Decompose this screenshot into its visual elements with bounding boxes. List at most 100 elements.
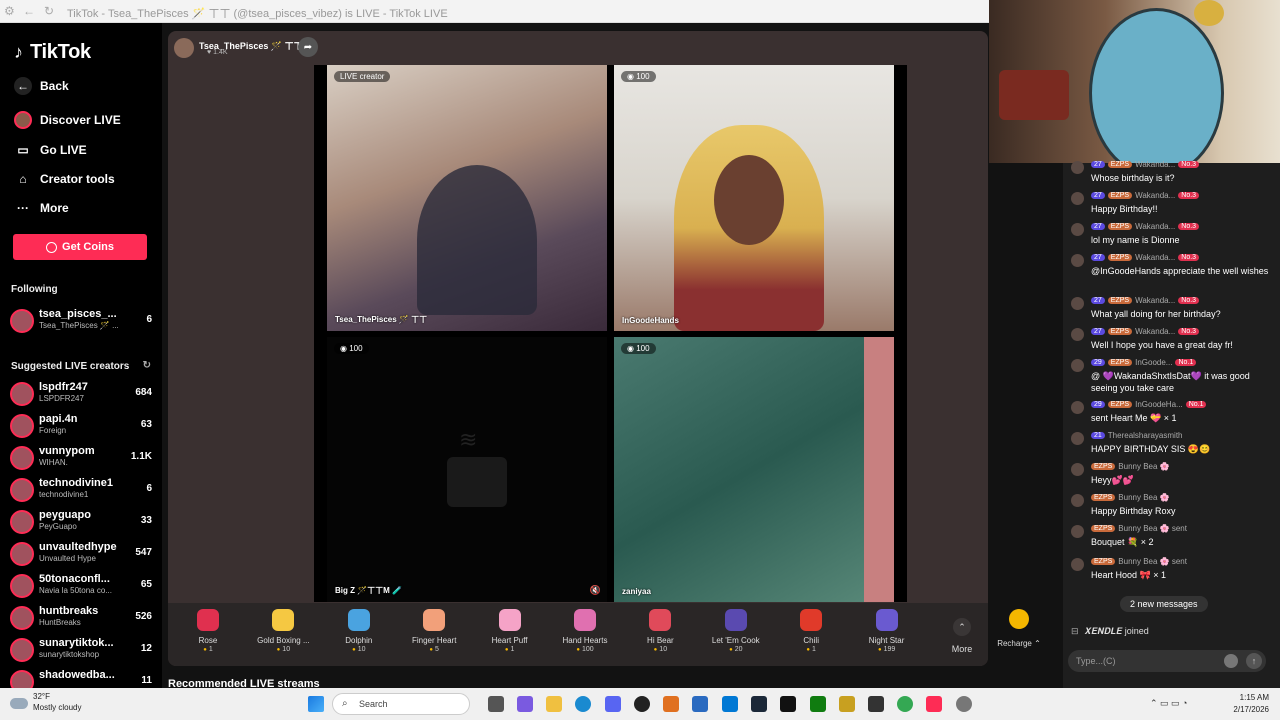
gift-item[interactable]: Heart Puff1 <box>475 609 545 653</box>
gift-item[interactable]: Night Star199 <box>852 609 922 653</box>
more-gifts-button[interactable]: ⌃ More <box>942 618 982 654</box>
emoji-icon[interactable] <box>1224 654 1238 668</box>
chat-meta[interactable]: EZPS Bunny Bea 🌸 <box>1091 462 1170 471</box>
steam-icon[interactable] <box>751 696 767 712</box>
level-badge: 29 <box>1091 359 1105 366</box>
avatar <box>1071 328 1084 341</box>
chat-meta[interactable]: EZPS Bunny Bea 🌸 <box>1091 493 1170 502</box>
chrome-icon[interactable] <box>897 696 913 712</box>
chat-meta[interactable]: 27 EZPS Wakanda... No.3 <box>1091 253 1200 262</box>
chat-meta[interactable]: 27 EZPS Wakanda... No.3 <box>1091 160 1200 169</box>
couch <box>999 70 1069 120</box>
file-explorer-icon[interactable] <box>546 696 562 712</box>
suggested-creator[interactable]: 50tonaconfl... Navia la 50tona co... 65 <box>10 572 152 600</box>
cloud-icon <box>10 698 28 709</box>
suggested-creator[interactable]: papi.4n Foreign 63 <box>10 412 152 440</box>
gift-item[interactable]: Finger Heart5 <box>399 609 469 653</box>
suggested-creator[interactable]: vunnypom WIHAN. 1.1K <box>10 444 152 472</box>
guest-tile-host[interactable]: LIVE creator Tsea_ThePisces 🪄 ㄒㄒ <box>327 65 607 331</box>
nav-more[interactable]: ··· More <box>14 199 69 217</box>
edge-icon[interactable] <box>575 696 591 712</box>
search-box[interactable]: ⌕ Search <box>332 693 470 715</box>
suggested-creator[interactable]: unvaultedhype Unvaulted Hype 547 <box>10 540 152 568</box>
nav-discover-live[interactable]: Discover LIVE <box>14 111 121 129</box>
browser-icon: ⚙ <box>4 4 15 18</box>
chat-meta[interactable]: 29 EZPS InGoodeHa... No.1 <box>1091 400 1207 409</box>
suggested-creator[interactable]: sunarytiktok... sunarytiktokshop 12 <box>10 636 152 664</box>
level-badge: 27 <box>1091 297 1105 304</box>
gift-item[interactable]: Let 'Em Cook20 <box>701 609 771 653</box>
chat-input[interactable]: Type...(C) ↑ <box>1068 650 1266 672</box>
clock[interactable]: 1:15 AM 2/17/2026 <box>1225 693 1269 714</box>
chat-username: Bunny Bea 🌸 <box>1118 462 1170 471</box>
gift-item[interactable]: Hi Bear10 <box>625 609 695 653</box>
gift-item[interactable]: Rose1 <box>173 609 243 653</box>
dolphin-icon <box>347 609 370 631</box>
fan-club-badge: EZPS <box>1107 297 1133 304</box>
guest-tile-4[interactable]: ◉ 100 zaniyaa <box>614 337 894 602</box>
fan-club-badge: EZPS <box>1107 161 1133 168</box>
app-icon[interactable] <box>839 696 855 712</box>
chat-text: Heart Hood 🎀 × 1 <box>1091 570 1166 580</box>
gift-item[interactable]: Hand Hearts100 <box>550 609 620 653</box>
gift-item[interactable]: Dolphin10 <box>324 609 394 653</box>
fan-club-badge: EZPS <box>1091 463 1116 470</box>
nav-go-live[interactable]: ▭ Go LIVE <box>14 141 86 159</box>
share-button[interactable]: ➦ <box>298 37 318 57</box>
tiktok-icon[interactable] <box>780 696 796 712</box>
task-view-icon[interactable] <box>488 696 504 712</box>
suggested-creator[interactable]: huntbreaks HuntBreaks 526 <box>10 604 152 632</box>
nav-back[interactable]: ← Back <box>14 77 69 95</box>
suggested-creator[interactable]: technodivine1 technodivine1 6 <box>10 476 152 504</box>
app-icon[interactable] <box>663 696 679 712</box>
start-button[interactable] <box>308 696 324 712</box>
coin-icon <box>1009 609 1029 629</box>
chat-meta[interactable]: 27 EZPS Wakanda... No.3 <box>1091 327 1200 336</box>
guest-tile-3[interactable]: ≋ ◉ 100 Big Z 🪄ㄒㄒM 🧪 🔇 <box>327 337 607 602</box>
chat-meta[interactable]: EZPS Bunny Bea 🌸 sent <box>1091 557 1187 566</box>
send-icon[interactable]: ↑ <box>1246 653 1262 669</box>
settings-icon[interactable] <box>956 696 972 712</box>
obs-icon[interactable] <box>634 696 650 712</box>
tray-icons[interactable]: ⌃ ▭ ▭ ◔ <box>1150 698 1188 709</box>
back-icon[interactable]: ← <box>23 4 35 18</box>
guest-tile-2[interactable]: ◉ 100 InGoodeHands <box>614 65 894 331</box>
outlook-icon[interactable] <box>722 696 738 712</box>
steam-icon: ≋ <box>459 427 478 452</box>
gift-item[interactable]: Chili1 <box>776 609 846 653</box>
suggested-creator[interactable]: lspdfr247 LSPDFR247 684 <box>10 380 152 408</box>
fan-club-badge: EZPS <box>1091 525 1116 532</box>
chat-meta[interactable]: 29 EZPS InGoode... No.1 <box>1091 358 1197 367</box>
chat-text: Happy Birthday Roxy <box>1091 506 1176 516</box>
boxing-glove-icon <box>272 609 295 631</box>
tiktok-live-studio-icon[interactable] <box>926 696 942 712</box>
chat-username: Bunny Bea 🌸 <box>1118 493 1170 502</box>
get-coins-button[interactable]: Get Coins <box>13 234 147 260</box>
host-info[interactable]: Tsea_ThePisces 🪄 ㄒㄒ ♥ 1.4K <box>174 37 303 59</box>
following-item[interactable]: tsea_pisces_... Tsea_ThePisces 🪄 ... 6 <box>10 307 152 335</box>
chat-meta[interactable]: 27 EZPS Wakanda... No.3 <box>1091 296 1200 305</box>
xbox-icon[interactable] <box>810 696 826 712</box>
chat-meta[interactable]: 21 Therealsharayasmith <box>1091 431 1183 440</box>
avatar <box>10 414 34 438</box>
refresh-icon[interactable]: ↻ <box>44 4 54 18</box>
chat-meta[interactable]: 27 EZPS Wakanda... No.3 <box>1091 191 1200 200</box>
avatar <box>10 606 34 630</box>
fan-club-badge: EZPS <box>1107 254 1133 261</box>
copilot-icon[interactable] <box>517 696 533 712</box>
tiktok-logo[interactable]: ♪ TikTok <box>14 41 91 64</box>
discord-icon[interactable] <box>605 696 621 712</box>
chat-meta[interactable]: EZPS Bunny Bea 🌸 sent <box>1091 524 1187 533</box>
video-feed <box>864 337 894 602</box>
recharge-button[interactable]: Recharge ⌃ <box>996 609 1042 648</box>
fan-club-badge: EZPS <box>1091 558 1116 565</box>
nav-creator-tools[interactable]: ⌂ Creator tools <box>14 170 114 188</box>
gift-item[interactable]: Gold Boxing ...10 <box>248 609 318 653</box>
suggested-creator[interactable]: peyguapo PeyGuapo 33 <box>10 508 152 536</box>
app-icon[interactable] <box>692 696 708 712</box>
chat-meta[interactable]: 27 EZPS Wakanda... No.3 <box>1091 222 1200 231</box>
refresh-icon[interactable]: ↻ <box>143 360 151 371</box>
new-messages-pill[interactable]: 2 new messages <box>1120 596 1208 612</box>
app-icon[interactable] <box>868 696 884 712</box>
guest-name: Big Z 🪄ㄒㄒM 🧪 <box>335 586 403 595</box>
